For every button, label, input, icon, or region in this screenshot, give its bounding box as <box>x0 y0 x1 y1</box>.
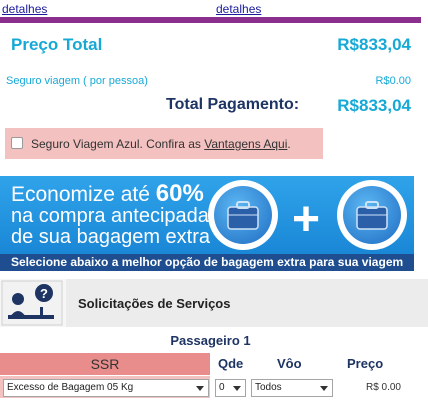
seguro-viagem-label: Seguro viagem ( por pessoa) <box>6 75 148 87</box>
qde-select[interactable]: 0 <box>215 379 246 397</box>
passenger-title: Passageiro 1 <box>170 333 251 348</box>
voo-column-header: Vôo <box>277 356 302 371</box>
detalhes-link-left[interactable]: detalhes <box>2 2 47 16</box>
qde-column-header: Qde <box>218 356 244 371</box>
seguro-viagem-value: R$0.00 <box>375 75 411 87</box>
suitcase-extra-icon <box>337 180 407 250</box>
top-links: detalhes detalhes <box>0 0 428 16</box>
banner-line-2: na compra antecipada <box>11 205 209 227</box>
total-pagamento-label: Total Pagamento: <box>166 96 300 113</box>
ssr-select[interactable]: Excesso de Bagagem 05 Kg <box>3 379 209 397</box>
vantagens-link[interactable]: Vantagens Aqui <box>204 137 287 151</box>
preco-total-value: R$833,04 <box>337 35 411 54</box>
help-desk-icon: ? <box>0 279 66 327</box>
service-requests-header: ? Solicitações de Serviços <box>0 279 428 327</box>
banner-headline: Economize até 60% <box>11 180 204 207</box>
qde-select-value: 0 <box>219 382 225 393</box>
banner-footer-text: Selecione abaixo a melhor opção de bagag… <box>11 255 404 269</box>
banner-line-3: de sua bagagem extra <box>11 226 211 248</box>
ssr-select-value: Excesso de Bagagem 05 Kg <box>7 382 134 393</box>
ssr-column-header: SSR <box>0 353 210 375</box>
detalhes-link-right[interactable]: detalhes <box>216 2 261 16</box>
preco-total-label: Preço Total <box>11 35 103 54</box>
plus-icon: + <box>292 193 321 246</box>
voo-select[interactable]: Todos <box>251 379 333 397</box>
chevron-down-icon <box>233 386 241 391</box>
chevron-down-icon <box>320 386 328 391</box>
preco-column-header: Preço <box>347 356 384 371</box>
chevron-down-icon <box>196 386 204 391</box>
purple-divider <box>0 17 421 23</box>
row-price: R$ 0.00 <box>365 382 401 393</box>
total-pagamento-value: R$833,04 <box>337 96 411 115</box>
baggage-promo-banner: Economize até 60% na compra antecipada d… <box>0 176 414 271</box>
insurance-text: Seguro Viagem Azul. Confira as Vantagens… <box>31 137 291 151</box>
svg-text:?: ? <box>40 286 48 301</box>
voo-select-value: Todos <box>255 382 282 393</box>
service-requests-title: Solicitações de Serviços <box>78 296 231 311</box>
suitcase-icon <box>208 180 278 250</box>
insurance-option: Seguro Viagem Azul. Confira as Vantagens… <box>5 128 323 159</box>
insurance-checkbox[interactable] <box>11 137 23 149</box>
